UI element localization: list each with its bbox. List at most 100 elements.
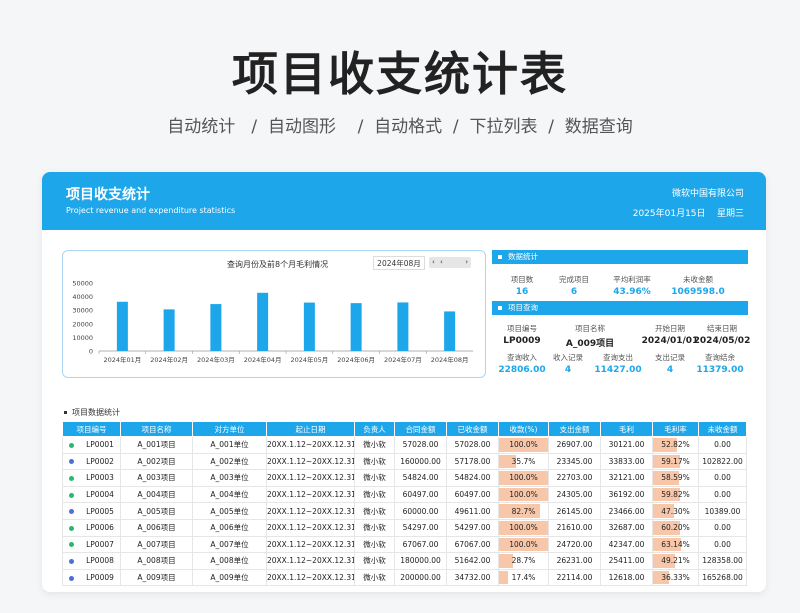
cell-contract: 54824.00 (394, 469, 447, 487)
scroll-left-icon[interactable]: ‹ (432, 257, 435, 268)
stat-label: 未收金额 (683, 275, 713, 284)
x-tick-label: 2024年06月 (337, 355, 375, 364)
margin-text: 52.82% (661, 440, 690, 450)
table-row[interactable]: LP0005 A_005项目 A_005单位 20XX.1.12~20XX.12.31… (62, 502, 747, 520)
column-header: 合同金额 (394, 421, 447, 437)
pct-text: 100.0% (509, 490, 538, 500)
table-row[interactable]: LP0007 A_007项目 A_007单位 20XX.1.12~20XX.12.31… (62, 536, 747, 554)
margin-text: 59.82% (661, 490, 690, 500)
margin-text: 49.21% (661, 556, 690, 566)
cell-owner: 微小软 (354, 453, 395, 471)
cell-owner: 微小软 (354, 502, 395, 520)
stats-header: 数据统计 (492, 250, 748, 264)
cell-period: 20XX.1.12~20XX.12.31 (266, 453, 355, 471)
cell-unit: A_006单位 (192, 519, 267, 537)
scroll-right-icon[interactable]: › (465, 257, 468, 268)
table-row[interactable]: LP0002 A_002项目 A_002单位 20XX.1.12~20XX.12.31… (62, 453, 747, 471)
x-tick-label: 2024年05月 (290, 355, 328, 364)
cell-received: 49611.00 (446, 502, 499, 520)
cell-period: 20XX.1.12~20XX.12.31 (266, 502, 355, 520)
table-title: 项目数据统计 (64, 407, 120, 418)
margin-text: 60.20% (661, 523, 690, 533)
column-header: 毛利 (600, 421, 653, 437)
query-label: 项目名称 (575, 324, 605, 333)
status-dot-icon (69, 459, 75, 465)
cell-received: 34732.00 (446, 569, 499, 587)
cell-contract: 60000.00 (394, 502, 447, 520)
cell-owner: 微小软 (354, 469, 395, 487)
cell-name: A_006项目 (120, 519, 193, 537)
status-dot-icon (69, 492, 75, 498)
project-id: LP0003 (86, 473, 114, 483)
month-select[interactable]: 2024年08月 (373, 256, 425, 270)
bar (303, 302, 315, 351)
cell-pct: 100.0% (498, 536, 549, 554)
stat-label: 项目数 (510, 275, 534, 284)
project-id: LP0007 (86, 539, 114, 549)
cell-period: 20XX.1.12~20XX.12.31 (266, 436, 355, 454)
banner-subtitle: Project revenue and expenditure statisti… (66, 206, 236, 215)
cell-margin: 63.14% (652, 536, 699, 554)
cell-contract: 160000.00 (394, 453, 447, 471)
cell-owner: 微小软 (354, 519, 395, 537)
cell-unpaid: 128358.00 (698, 552, 747, 570)
cell-name: A_001项目 (120, 436, 193, 454)
x-tick-label: 2024年03月 (197, 355, 235, 364)
table-row[interactable]: LP0006 A_006项目 A_006单位 20XX.1.12~20XX.12.31… (62, 519, 747, 537)
cell-contract: 57028.00 (394, 436, 447, 454)
cell-expense: 21610.00 (548, 519, 601, 537)
pct-text: 100.0% (509, 539, 538, 549)
margin-text: 59.17% (661, 456, 690, 466)
cell-id: LP0009 (62, 569, 121, 587)
cell-id: LP0002 (62, 453, 121, 471)
project-id: LP0002 (86, 456, 114, 466)
column-header: 项目编号 (62, 421, 121, 437)
cell-name: A_009项目 (120, 569, 193, 587)
bar (116, 301, 128, 351)
cell-id: LP0005 (62, 502, 121, 520)
cell-expense: 23345.00 (548, 453, 601, 471)
margin-text: 58.59% (661, 473, 690, 483)
pct-text: 100.0% (509, 473, 538, 483)
bar (257, 292, 269, 351)
cell-pct: 100.0% (498, 486, 549, 504)
y-tick-label: 30000 (72, 307, 93, 315)
month-scrollbar[interactable]: ‹ ‹ › (429, 257, 471, 268)
bar-chart: 0 10000 20000 30000 40000 50000 2024年01月 2024年0… (72, 280, 473, 364)
cell-received: 54297.00 (446, 519, 499, 537)
stats-panel: 数据统计 项目数 完成项目 平均利润率 未收金额 16 6 43.96% 106… (492, 250, 750, 378)
cell-name: A_007项目 (120, 536, 193, 554)
column-header: 对方单位 (192, 421, 267, 437)
stat-value: 6 (570, 287, 578, 297)
table-row[interactable]: LP0008 A_008项目 A_008单位 20XX.1.12~20XX.12.31… (62, 552, 747, 570)
cell-expense: 22114.00 (548, 569, 601, 587)
stat-label: 完成项目 (559, 275, 589, 284)
scroll-thumb-icon[interactable]: ‹ (440, 257, 443, 268)
query-project-id[interactable]: LP0009 (492, 336, 552, 346)
cell-unit: A_007单位 (192, 536, 267, 554)
profit-chart-panel: 查询月份及前8个月毛利情况 2024年08月 ‹ ‹ › 0 10000 20000… (62, 250, 486, 378)
query-balance: 11379.00 (696, 365, 744, 375)
chart-title: 查询月份及前8个月毛利情况 (227, 260, 329, 269)
cell-period: 20XX.1.12~20XX.12.31 (266, 486, 355, 504)
x-tick-label: 2024年01月 (103, 355, 141, 364)
query-label: 开始日期 (655, 324, 685, 333)
table-row[interactable]: LP0009 A_009项目 A_009单位 20XX.1.12~20XX.12.31… (62, 569, 747, 587)
query-header-label: 项目查询 (508, 303, 538, 312)
project-id: LP0009 (86, 573, 114, 583)
query-header: 项目查询 (492, 301, 748, 315)
table-row[interactable]: LP0004 A_004项目 A_004单位 20XX.1.12~20XX.12.31… (62, 486, 747, 504)
project-id: LP0001 (86, 440, 114, 450)
column-header: 未收金额 (698, 421, 747, 437)
cell-id: LP0001 (62, 436, 121, 454)
pct-text: 82.7% (511, 506, 536, 516)
cell-pct: 28.7% (498, 552, 549, 570)
column-header: 毛利率 (652, 421, 699, 437)
table-row[interactable]: LP0003 A_003项目 A_003单位 20XX.1.12~20XX.12.31… (62, 469, 747, 487)
project-table: 项目编号 项目名称 对方单位 起止日期 负责人 合同金额 已收金额 收款(%) 支出金额 毛利 毛利… (62, 421, 747, 587)
cell-period: 20XX.1.12~20XX.12.31 (266, 519, 355, 537)
bar (163, 309, 175, 351)
cell-unpaid: 165268.00 (698, 569, 747, 587)
pct-text: 100.0% (509, 523, 538, 533)
table-row[interactable]: LP0001 A_001项目 A_001单位 20XX.1.12~20XX.12.31… (62, 436, 747, 454)
